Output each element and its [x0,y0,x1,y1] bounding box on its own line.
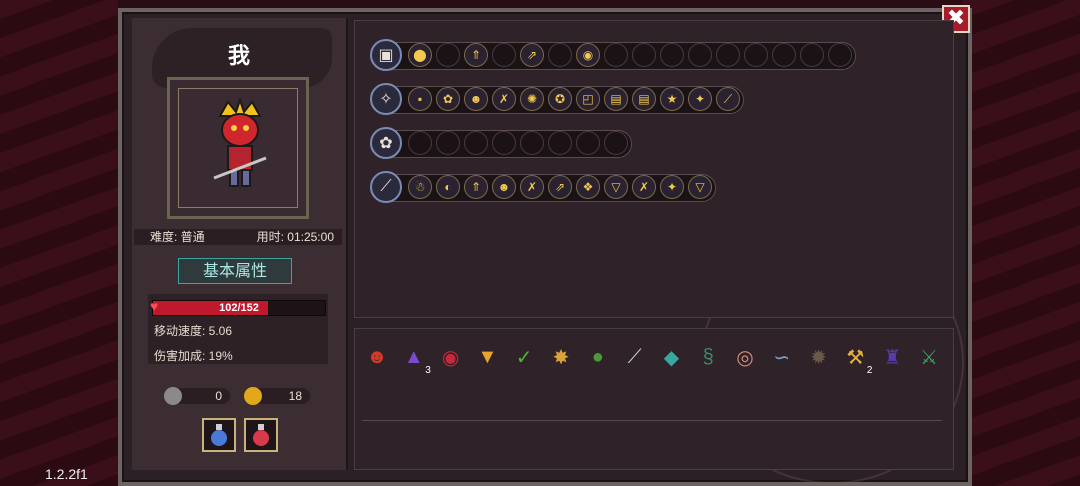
upgrade-slot[interactable] [436,43,460,67]
upgrade-slot[interactable] [632,43,656,67]
upgrade-slot[interactable] [604,131,628,155]
hp-text: 102/152 [219,302,259,314]
upgrade-slot[interactable]: ⟋ [716,87,740,111]
key-counter: 0 [164,387,230,405]
upgrade-slot[interactable] [716,43,740,67]
upgrade-slot[interactable]: ✗ [632,175,656,199]
upgrade-slot[interactable] [576,131,600,155]
leaf-icon[interactable]: ✓ [509,342,539,372]
spider-icon[interactable]: ✹ [804,342,834,372]
upgrade-slot[interactable] [800,43,824,67]
egg-icon[interactable]: ◎ [730,342,760,372]
item-count: 2 [866,365,873,376]
frog-icon[interactable]: ● [583,342,613,372]
upgrade-slot[interactable]: ▽ [604,175,628,199]
gold-counter: 18 [244,387,310,405]
blue-potion-icon [211,424,227,446]
hp-bar: 102/152 [152,300,326,316]
damage-bonus-stat: 伤害加成: 19% [154,349,233,363]
upgrade-slot[interactable]: ▽ [688,175,712,199]
cloak-icon[interactable]: ♜ [877,342,907,372]
gold-count: 18 [288,389,302,403]
player-name: 我 [227,43,250,68]
upgrade-slot[interactable] [744,43,768,67]
character-portrait [167,77,309,219]
upgrade-slot[interactable]: ☻ [464,87,488,111]
upgrade-slot[interactable]: ⇗ [548,175,572,199]
potion-slot-blue[interactable] [202,418,236,452]
upgrade-slot[interactable]: ✪ [548,87,572,111]
upgrade-slot[interactable]: ⇗ [520,43,544,67]
scroll-icon[interactable]: § [693,342,723,372]
items-divider [362,420,942,421]
upgrade-slot[interactable]: ◐ [436,175,460,199]
upgrade-slot[interactable]: ◰ [576,87,600,111]
upgrade-slot[interactable] [688,43,712,67]
upgrade-slot[interactable] [828,43,852,67]
gem-card-icon[interactable]: ◆ [656,342,686,372]
upgrade-slot[interactable]: ☃ [408,175,432,199]
feather-icon[interactable]: ⟋ [620,342,650,372]
upgrade-slot[interactable]: ▪ [408,87,432,111]
upgrade-slot[interactable]: ▤ [604,87,628,111]
flower-weapon-icon[interactable]: ✿ [370,127,402,159]
upgrade-slot[interactable]: ✗ [520,175,544,199]
heart-icon: ♥ [150,298,159,314]
move-speed-stat: 移动速度: 5.06 [154,324,233,338]
coin-icon [244,387,262,405]
upgrade-slot[interactable] [604,43,628,67]
wizard-hat-icon[interactable]: ▲ 3 [399,342,431,377]
upgrade-slot[interactable] [772,43,796,67]
pickaxe-icon[interactable]: ⚒ 2 [840,342,872,377]
upgrade-slot[interactable] [520,131,544,155]
key-count: 0 [215,389,222,403]
staff-weapon-icon[interactable]: ✧ [370,83,402,115]
demon-mask-icon[interactable]: ☻ [362,342,392,372]
upgrade-slot[interactable]: ✗ [492,87,516,111]
upgrade-slot[interactable]: ⬤ [408,43,432,67]
upgrade-slot[interactable]: ☻ [492,175,516,199]
version-label: 1.2.2f1 [45,466,88,482]
upgrade-slot[interactable]: ◉ [576,43,600,67]
upgrade-slot[interactable] [548,43,572,67]
potion-slot-red[interactable] [244,418,278,452]
upgrade-slot[interactable]: ✦ [688,87,712,111]
sword-item-icon[interactable]: ⚔ [914,342,944,372]
background-left [0,0,118,486]
difficulty-label: 难度: 普通 [150,230,205,244]
upgrade-slot[interactable]: ★ [660,87,684,111]
sword-weapon-icon[interactable]: ⟋ [370,171,402,203]
potion-glass-icon[interactable]: ▼ [472,342,502,372]
time-label: 用时: 01:25:00 [256,230,334,244]
chest-weapon-icon[interactable]: ▣ [370,39,402,71]
upgrade-slot[interactable] [548,131,572,155]
upgrade-slot[interactable]: ▤ [632,87,656,111]
upgrade-slot[interactable] [436,131,460,155]
basic-attributes-tab[interactable]: 基本属性 [178,258,292,284]
red-potion-icon [253,424,269,446]
upgrade-slot[interactable]: ✺ [520,87,544,111]
upgrade-slot[interactable]: ✦ [660,175,684,199]
background-right [962,0,1080,486]
upgrade-slot[interactable]: ✿ [436,87,460,111]
upgrade-slot[interactable]: ⇑ [464,175,488,199]
snake-icon[interactable]: ∽ [767,342,797,372]
key-icon [164,387,182,405]
upgrade-slot[interactable]: ⇑ [464,43,488,67]
character-sprite-icon [213,98,267,187]
upgrade-slot[interactable] [464,131,488,155]
upgrade-slot[interactable] [408,131,432,155]
red-eye-icon[interactable]: ◉ [436,342,466,372]
upgrade-slot[interactable]: ❖ [576,175,600,199]
upgrade-slot[interactable] [492,43,516,67]
wing-icon[interactable]: ✸ [546,342,576,372]
upgrade-slot[interactable] [492,131,516,155]
run-info-bar: 难度: 普通 用时: 01:25:00 [134,229,342,245]
upgrade-slot[interactable] [660,43,684,67]
item-count: 3 [425,365,431,376]
